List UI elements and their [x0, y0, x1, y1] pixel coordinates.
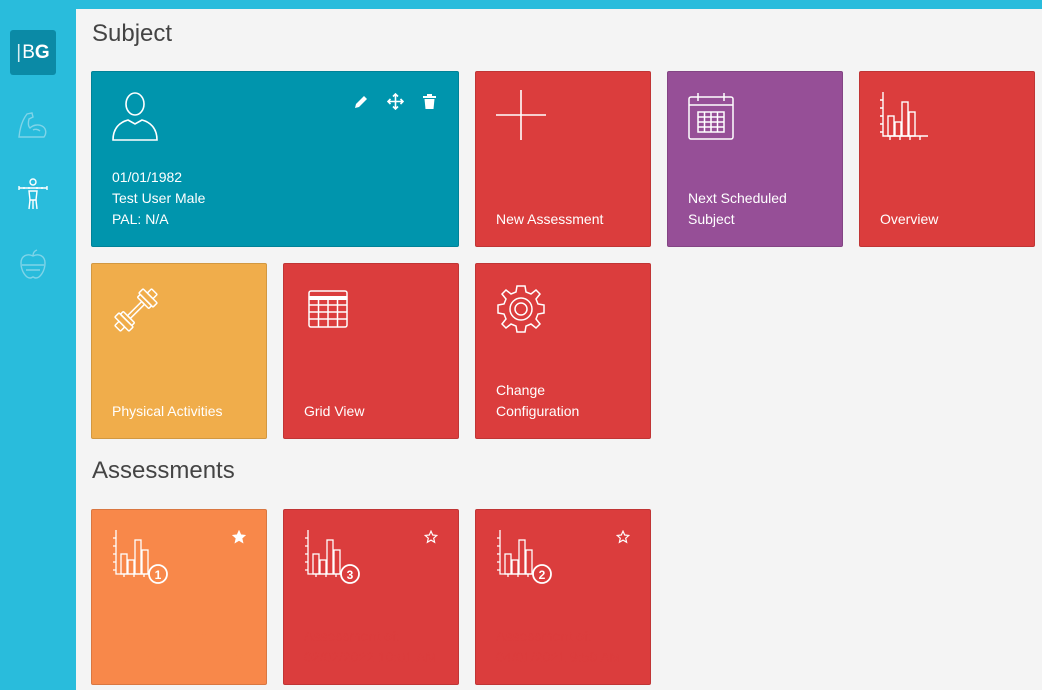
subject-card[interactable]: 01/01/1982 Test User Male PAL: N/A — [91, 71, 459, 247]
assessment-label: Assessment of: 10/10/2020 12:00 AM — [112, 628, 246, 665]
edit-icon[interactable] — [352, 92, 370, 110]
star-outline-icon[interactable] — [615, 529, 632, 546]
change-configuration-tile[interactable]: Change Configuration — [475, 263, 651, 439]
grid-table-icon — [308, 290, 348, 328]
calendar-icon — [688, 93, 734, 140]
muscle-arm-icon — [18, 112, 47, 138]
new-assessment-label: New Assessment — [496, 211, 604, 227]
assessment-chart-icon: 3 — [304, 530, 362, 586]
plus-icon — [496, 90, 546, 140]
change-configuration-label: Change Configuration — [496, 382, 580, 419]
sidebar-item-muscle[interactable] — [14, 106, 52, 144]
assessments-section-title: Assessments — [92, 457, 235, 484]
grid-view-label: Grid View — [304, 403, 365, 419]
assessment-tile[interactable]: 3 Assessment of: 02/02/2022 10:01 AM — [283, 509, 459, 685]
sidebar-item-nutrition[interactable] — [14, 245, 52, 283]
assessment-tile[interactable]: 2 Assessment of: 04/01/2021 9:59 AM — [475, 509, 651, 685]
subject-info: 01/01/1982 Test User Male PAL: N/A — [112, 167, 205, 230]
subject-section-title: Subject — [92, 20, 173, 47]
delete-icon[interactable] — [420, 92, 438, 110]
physical-activities-label: Physical Activities — [112, 403, 223, 419]
app-logo[interactable]: | B G — [10, 30, 56, 75]
assessment-chart-icon: 2 — [496, 530, 554, 586]
assessment-number: 2 — [538, 568, 546, 582]
dumbbell-icon — [114, 288, 158, 332]
user-avatar-icon — [112, 92, 158, 141]
body-measure-icon — [18, 178, 48, 210]
physical-activities-tile[interactable]: Physical Activities — [91, 263, 267, 439]
sidebar: | B G — [0, 0, 76, 690]
subject-pal: PAL: N/A — [112, 211, 169, 227]
assessment-label: Assessment of: 04/01/2021 9:59 AM — [496, 628, 622, 665]
assessment-chart-icon: 1 — [112, 530, 170, 586]
top-bar — [0, 0, 1042, 9]
new-assessment-tile[interactable]: New Assessment — [475, 71, 651, 247]
move-icon[interactable] — [386, 92, 404, 110]
sidebar-item-measurements[interactable] — [14, 175, 52, 213]
assessment-label: Assessment of: 02/02/2022 10:01 AM — [304, 628, 438, 665]
assessment-number: 1 — [154, 568, 162, 582]
star-filled-icon[interactable] — [231, 529, 248, 546]
overview-label: Overview — [880, 211, 939, 227]
next-scheduled-subject-label: Next Scheduled Subject — [688, 190, 787, 227]
next-scheduled-subject-tile[interactable]: Next Scheduled Subject — [667, 71, 843, 247]
grid-view-tile[interactable]: Grid View — [283, 263, 459, 439]
gear-icon — [497, 285, 545, 333]
logo-b: B — [22, 41, 35, 63]
assessment-tile[interactable]: 1 Assessment of: 10/10/2020 12:00 AM — [91, 509, 267, 685]
assessment-number: 3 — [346, 568, 354, 582]
logo-g: G — [34, 41, 50, 63]
subject-name: Test User Male — [112, 190, 206, 206]
star-outline-icon[interactable] — [423, 529, 440, 546]
main-content: Subject 01/01/1982 Test User Male PAL: N… — [76, 9, 1042, 690]
bar-chart-icon — [880, 92, 928, 140]
overview-tile[interactable]: Overview — [859, 71, 1035, 247]
subject-dob: 01/01/1982 — [112, 169, 183, 185]
logo-bar: | — [16, 41, 22, 63]
nutrition-apple-icon — [20, 249, 46, 279]
